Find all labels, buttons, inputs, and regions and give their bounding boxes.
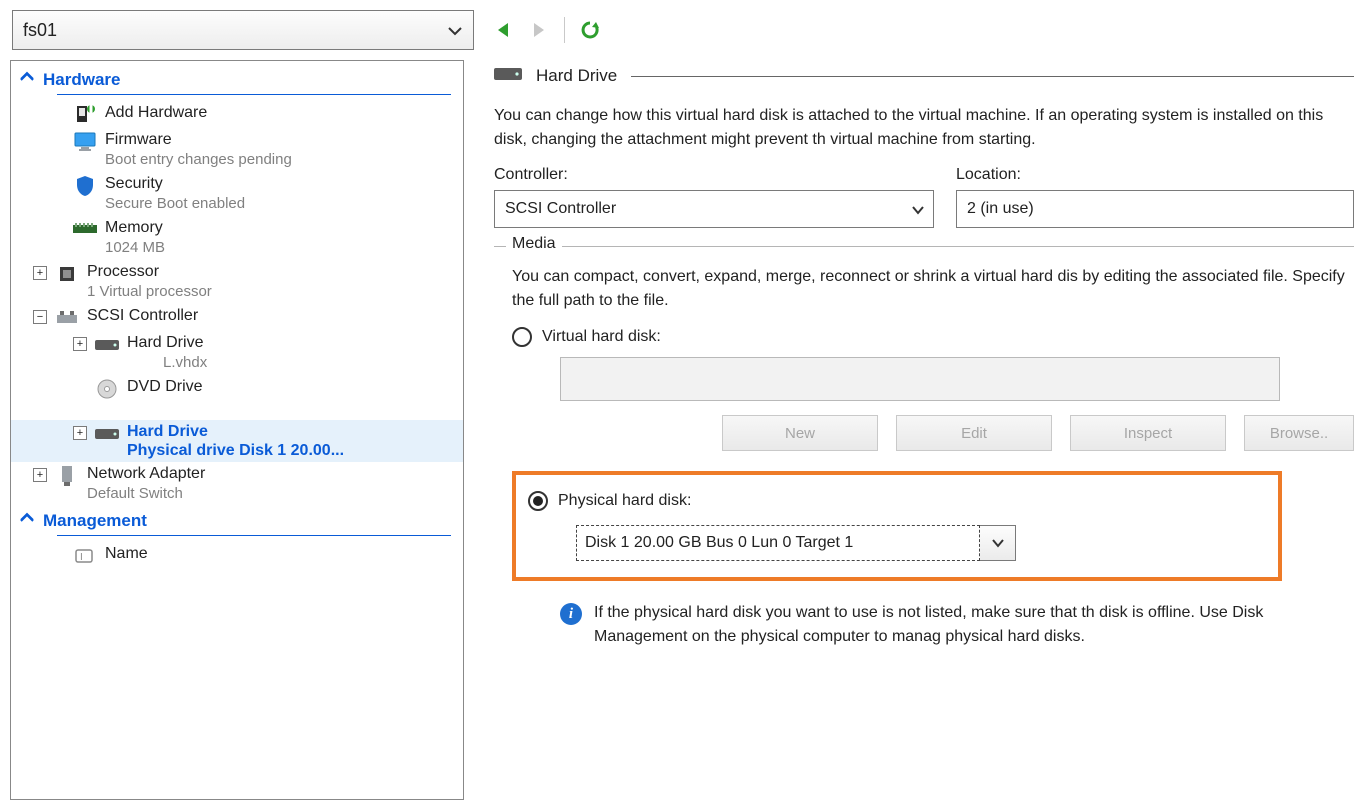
collapse-box-icon[interactable]: − — [33, 310, 47, 324]
section-hardware-label: Hardware — [43, 70, 120, 90]
detail-panel: Hard Drive You can change how this virtu… — [464, 60, 1354, 800]
edit-button: Edit — [896, 415, 1052, 451]
refresh-button[interactable] — [579, 19, 601, 41]
header-rule — [631, 76, 1354, 77]
tree-security[interactable]: Security Secure Boot enabled — [11, 172, 463, 216]
tree-label: SCSI Controller — [87, 306, 198, 326]
forward-button[interactable] — [528, 19, 550, 41]
media-group: Media You can compact, convert, expand, … — [494, 246, 1354, 649]
radio-phys-label: Physical hard disk: — [558, 492, 691, 510]
tree-firmware[interactable]: Firmware Boot entry changes pending — [11, 128, 463, 172]
collapse-icon — [19, 510, 35, 531]
memory-icon — [71, 219, 99, 241]
chevron-down-icon — [447, 23, 463, 39]
radio-vhd-label: Virtual hard disk: — [542, 328, 661, 346]
controller-icon — [53, 307, 81, 329]
physical-disk-dropdown[interactable]: Disk 1 20.00 GB Bus 0 Lun 0 Target 1 — [576, 525, 1266, 561]
tree-label: Hard Drive — [127, 333, 207, 353]
location-dropdown[interactable]: 2 (in use) — [956, 190, 1354, 228]
controller-value: SCSI Controller — [505, 200, 616, 218]
back-button[interactable] — [492, 19, 514, 41]
tree-memory[interactable]: Memory 1024 MB — [11, 216, 463, 260]
network-adapter-icon — [53, 465, 81, 487]
tree-hard-drive-physical[interactable]: + Hard Drive Physical drive Disk 1 20.00… — [11, 420, 463, 462]
radio-unchecked-icon — [512, 327, 532, 347]
new-button: New — [722, 415, 878, 451]
radio-virtual-hard-disk[interactable]: Virtual hard disk: — [512, 327, 1354, 347]
section-management-label: Management — [43, 511, 147, 531]
inspect-button: Inspect — [1070, 415, 1226, 451]
tree-label: Memory — [105, 218, 165, 238]
monitor-icon — [71, 131, 99, 153]
detail-title: Hard Drive — [536, 66, 617, 86]
tree-hard-drive-vhdx[interactable]: + Hard Drive L.vhdx — [11, 331, 463, 375]
tree-label: DVD Drive — [127, 377, 203, 397]
media-caption: Media — [506, 235, 562, 253]
tree-label: Security — [105, 174, 245, 194]
browse-button: Browse.. — [1244, 415, 1354, 451]
chevron-down-icon — [980, 525, 1016, 561]
section-management[interactable]: Management — [11, 506, 463, 535]
section-hardware[interactable]: Hardware — [11, 65, 463, 94]
tree-sublabel: Default Switch — [87, 484, 205, 504]
tree-name[interactable]: I Name — [11, 542, 463, 569]
tree-processor[interactable]: + Processor 1 Virtual processor — [11, 260, 463, 304]
vhd-path-input — [560, 357, 1280, 401]
physical-disk-highlight: Physical hard disk: Disk 1 20.00 GB Bus … — [512, 471, 1282, 581]
physical-disk-value: Disk 1 20.00 GB Bus 0 Lun 0 Target 1 — [576, 525, 980, 561]
tree-sublabel: 1024 MB — [105, 238, 165, 258]
radio-checked-icon — [528, 491, 548, 511]
disc-icon — [93, 378, 121, 400]
tree-label: Firmware — [105, 130, 292, 150]
tree-label: Add Hardware — [105, 103, 207, 123]
expand-icon[interactable]: + — [33, 266, 47, 280]
tree-sublabel: 1 Virtual processor — [87, 282, 212, 302]
controller-dropdown[interactable]: SCSI Controller — [494, 190, 934, 228]
tree-label: Hard Drive — [127, 422, 344, 442]
collapse-icon — [19, 69, 35, 90]
shield-icon — [71, 175, 99, 197]
processor-icon — [53, 263, 81, 285]
tree-sublabel: L.vhdx — [127, 353, 207, 373]
tree-label: Name — [105, 544, 148, 564]
toolbar-divider — [564, 17, 565, 43]
radio-physical-hard-disk[interactable]: Physical hard disk: — [528, 491, 1266, 511]
section-rule — [57, 94, 451, 95]
expand-icon[interactable]: + — [73, 426, 87, 440]
expand-icon[interactable]: + — [33, 468, 47, 482]
settings-tree: Hardware Add Hardware Firmware Boot entr… — [10, 60, 464, 800]
hard-drive-icon — [93, 423, 121, 445]
hard-drive-icon — [494, 66, 522, 86]
svg-text:I: I — [80, 552, 83, 563]
tree-sublabel: Physical drive Disk 1 20.00... — [127, 442, 344, 460]
name-tag-icon: I — [71, 545, 99, 567]
info-text: If the physical hard disk you want to us… — [594, 601, 1320, 649]
tree-label: Processor — [87, 262, 212, 282]
tree-dvd-drive[interactable]: DVD Drive — [11, 375, 463, 402]
media-intro: You can compact, convert, expand, merge,… — [512, 265, 1354, 313]
controller-label: Controller: — [494, 166, 934, 184]
hard-drive-icon — [93, 334, 121, 356]
tree-scsi-controller[interactable]: − SCSI Controller — [11, 304, 463, 331]
tree-network-adapter[interactable]: + Network Adapter Default Switch — [11, 462, 463, 506]
tree-sublabel: Secure Boot enabled — [105, 194, 245, 214]
add-hardware-icon — [71, 104, 99, 126]
tree-sublabel: Boot entry changes pending — [105, 150, 292, 170]
expand-icon[interactable]: + — [73, 337, 87, 351]
vm-selector-value: fs01 — [23, 20, 57, 41]
section-rule — [57, 535, 451, 536]
tree-label: Network Adapter — [87, 464, 205, 484]
tree-add-hardware[interactable]: Add Hardware — [11, 101, 463, 128]
chevron-down-icon — [911, 203, 925, 217]
vm-selector-dropdown[interactable]: fs01 — [12, 10, 474, 50]
info-icon: i — [560, 603, 582, 625]
location-value: 2 (in use) — [967, 200, 1034, 218]
location-label: Location: — [956, 166, 1354, 184]
detail-intro: You can change how this virtual hard dis… — [494, 104, 1354, 152]
